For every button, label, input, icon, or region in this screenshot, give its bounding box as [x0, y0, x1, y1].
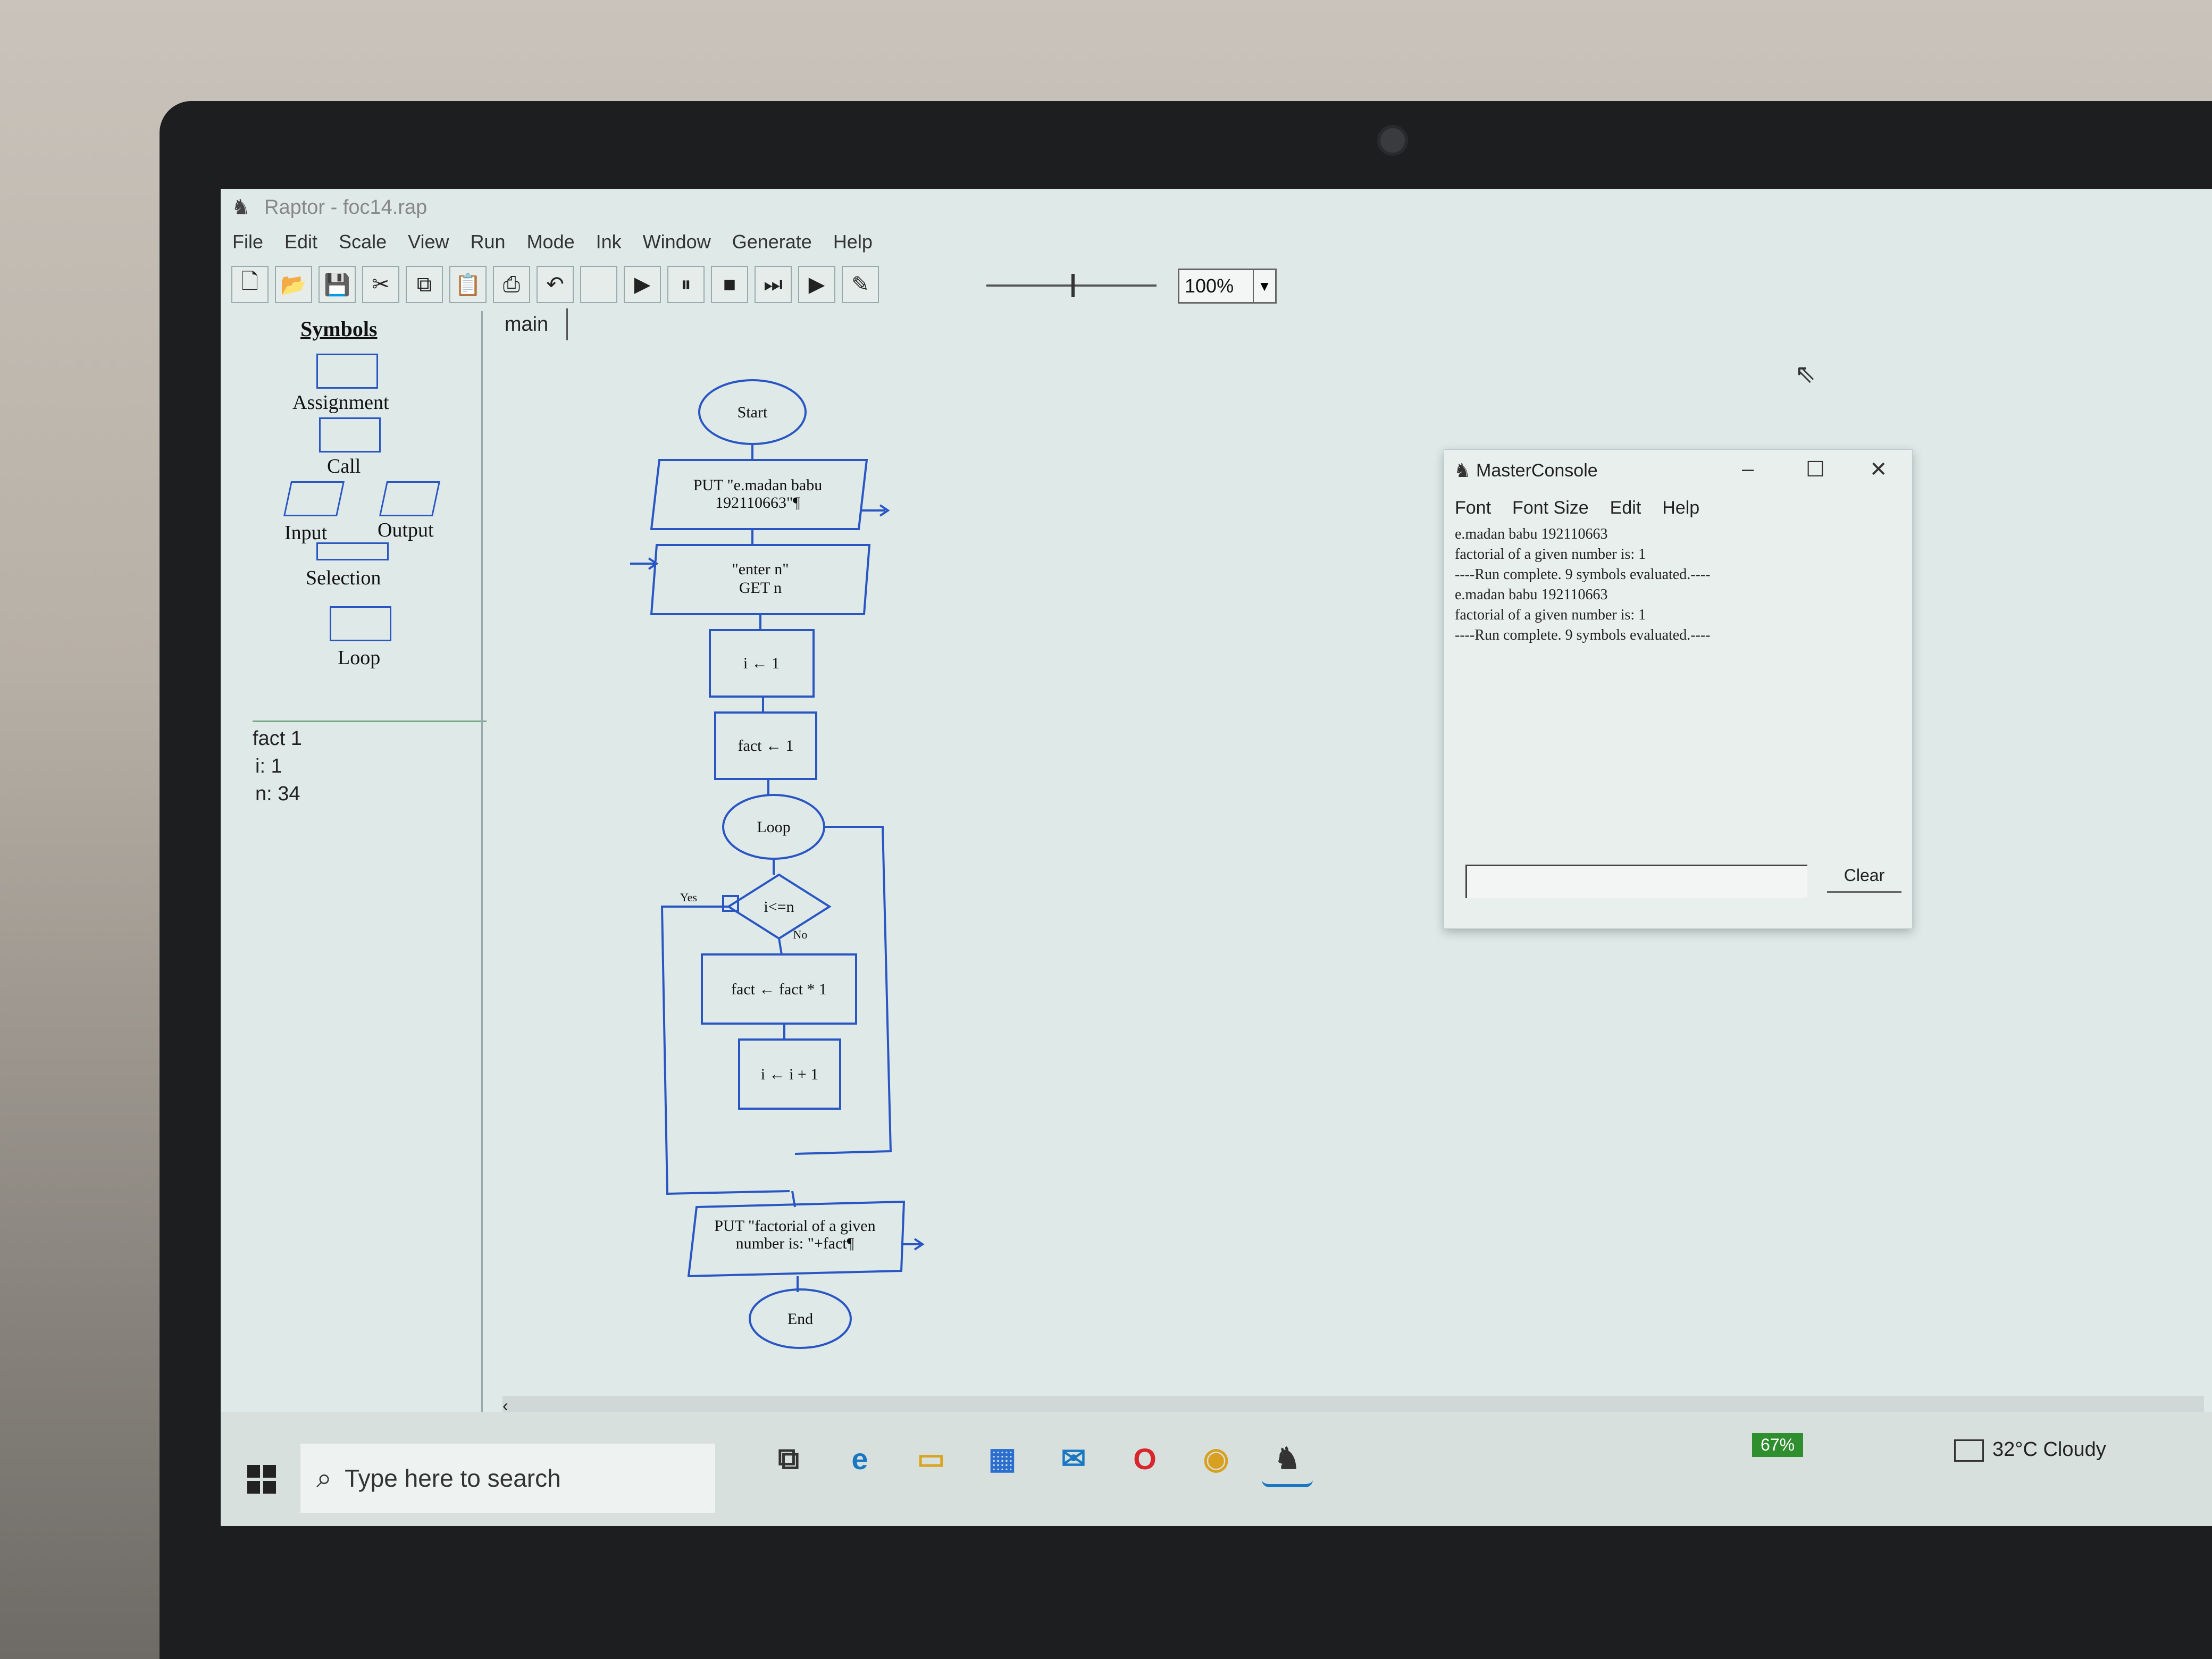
edge-icon[interactable]: e: [834, 1433, 885, 1484]
system-tray: 67%: [1752, 1433, 1804, 1457]
input-line2: GET n: [739, 579, 782, 597]
console-menu: Font Font Size Edit Help: [1455, 498, 1721, 518]
end-label: End: [787, 1310, 813, 1328]
assign-fact2-label: fact ← fact * 1: [731, 981, 827, 998]
console-line: ----Run complete. 9 symbols evaluated.--…: [1455, 627, 1711, 643]
search-icon: ⌕: [316, 1462, 332, 1494]
mouse-cursor-icon: ⇖: [1795, 360, 1816, 388]
weather-widget[interactable]: 32°C Cloudy: [1954, 1438, 2106, 1462]
console-line: e.madan babu 192110663: [1455, 586, 1608, 603]
console-line: ----Run complete. 9 symbols evaluated.--…: [1455, 566, 1711, 583]
assign-fact-label: fact ← 1: [738, 737, 794, 755]
weather-icon: [1954, 1439, 1984, 1462]
yes-label: Yes: [680, 891, 697, 904]
output1-line2: 192110663"¶: [715, 494, 800, 512]
console-input[interactable]: [1465, 865, 1807, 898]
windows-taskbar: ⌕ Type here to search ⧉ e ▭ ▦ ✉ O ◉ ♞ 67…: [221, 1412, 2212, 1526]
minimize-icon[interactable]: –: [1742, 457, 1754, 481]
console-line: e.madan babu 192110663: [1455, 526, 1608, 542]
console-menu-font[interactable]: Font: [1455, 498, 1491, 518]
mail-icon[interactable]: ✉: [1048, 1433, 1099, 1484]
chrome-icon[interactable]: ◉: [1191, 1433, 1242, 1484]
input-line1: "enter n": [732, 560, 789, 578]
no-label: No: [793, 928, 808, 941]
console-title: MasterConsole: [1476, 460, 1598, 481]
loop-label: Loop: [757, 818, 790, 836]
console-output[interactable]: e.madan babu 192110663 factorial of a gi…: [1455, 524, 1891, 843]
taskbar-search[interactable]: ⌕ Type here to search: [300, 1444, 715, 1513]
flowchart: Start PUT "e.madan babu 192110663"¶ "ent…: [630, 379, 925, 1349]
windows-start-icon[interactable]: [247, 1465, 277, 1495]
console-line: factorial of a given number is: 1: [1455, 607, 1646, 623]
weather-text: 32°C Cloudy: [1992, 1438, 2106, 1461]
console-menu-help[interactable]: Help: [1662, 498, 1699, 518]
laptop-screen: ♞ Raptor - foc14.rap File Edit Scale Vie…: [221, 189, 2212, 1526]
task-view-icon[interactable]: ⧉: [763, 1433, 814, 1484]
taskbar-apps: ⧉ e ▭ ▦ ✉ O ◉ ♞: [763, 1433, 1333, 1487]
opera-icon[interactable]: O: [1119, 1433, 1170, 1484]
output1-line1: PUT "e.madan babu: [693, 476, 822, 494]
webcam: [1377, 125, 1408, 156]
search-placeholder: Type here to search: [345, 1464, 561, 1492]
console-line: factorial of a given number is: 1: [1455, 546, 1646, 563]
file-explorer-icon[interactable]: ▭: [906, 1433, 957, 1484]
store-icon[interactable]: ▦: [977, 1433, 1028, 1484]
master-console-window: ♞ MasterConsole – ☐ ✕ Font Font Size Edi…: [1444, 449, 1913, 929]
start-label: Start: [738, 404, 768, 421]
close-icon[interactable]: ✕: [1870, 457, 1888, 482]
raptor-taskbar-icon[interactable]: ♞: [1262, 1433, 1313, 1487]
output2-line1: PUT "factorial of a given: [714, 1217, 875, 1235]
assign-i-label: i ← 1: [743, 655, 780, 672]
condition-label: i<=n: [764, 898, 794, 916]
console-menu-edit[interactable]: Edit: [1610, 498, 1641, 518]
raptor-console-icon: ♞: [1454, 459, 1471, 481]
clear-button[interactable]: Clear: [1827, 859, 1901, 893]
maximize-icon[interactable]: ☐: [1806, 457, 1825, 482]
battery-indicator[interactable]: 67%: [1752, 1433, 1804, 1457]
output2-line2: number is: "+fact¶: [736, 1235, 854, 1252]
assign-i2-label: i ← i + 1: [761, 1066, 819, 1083]
console-menu-font-size[interactable]: Font Size: [1512, 498, 1589, 518]
